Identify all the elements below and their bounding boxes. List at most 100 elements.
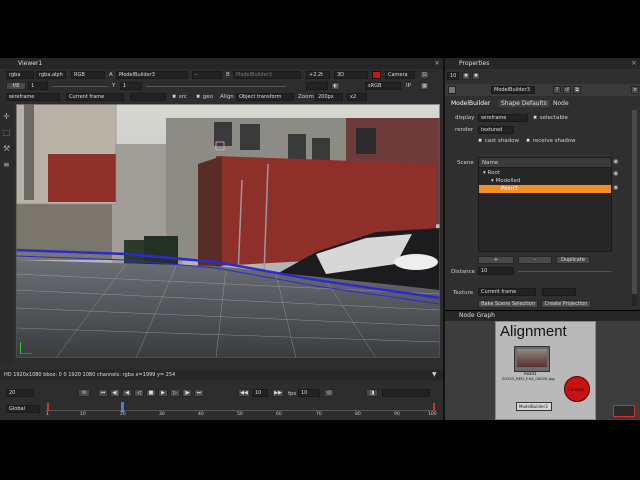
node-float-button[interactable]: ⧉ — [573, 86, 581, 94]
scene-tree[interactable]: Name ▾ Root ▾ Modelled Point1 — [478, 157, 612, 252]
node-graph-canvas[interactable]: Alignment Read1 00253_RED_F.04_00020.jpg… — [445, 321, 640, 420]
tab-viewer[interactable]: Viewer1 — [18, 60, 42, 67]
gain-field[interactable]: 1 — [28, 82, 48, 90]
texture-frame-field[interactable] — [542, 288, 576, 296]
ab-wipe-button[interactable]: ◐ — [331, 82, 340, 90]
duplicate-button[interactable]: Duplicate — [556, 256, 590, 264]
read-node[interactable] — [514, 346, 550, 372]
texture-select[interactable]: Current frame — [478, 288, 536, 296]
scrollbar-thumb[interactable] — [632, 110, 637, 294]
select-icon[interactable]: ⬚ — [3, 128, 11, 137]
step-back-button[interactable]: ◀◀ — [238, 389, 250, 397]
next-key-button[interactable]: |▶ — [182, 389, 192, 397]
input-b-select[interactable]: ModelBuilder3 — [233, 71, 301, 79]
geo-toggle[interactable]: ✖ geo — [196, 94, 213, 100]
gain-slider[interactable] — [52, 86, 108, 87]
close-icon[interactable]: × — [631, 59, 637, 67]
ip-toggle[interactable]: IP — [406, 83, 411, 89]
fps-field[interactable]: 10 — [298, 389, 320, 397]
loop-mode-button[interactable]: ⟲ — [78, 389, 90, 397]
prev-frame-button[interactable]: ◀ — [122, 389, 132, 397]
gamma-field[interactable]: 1 — [120, 82, 142, 90]
camera-color-swatch[interactable] — [372, 71, 381, 79]
backdrop-node[interactable]: Alignment Read1 00253_RED_F.04_00020.jpg… — [495, 321, 596, 420]
camera-node[interactable]: Camera — [564, 376, 590, 402]
distance-slider[interactable] — [518, 271, 612, 272]
render-mode-select[interactable]: wireframe — [6, 93, 60, 101]
gamma-value-field[interactable] — [306, 82, 328, 90]
viewer-settings-button[interactable]: ▦ — [420, 82, 429, 90]
render-select[interactable]: textured — [478, 126, 514, 134]
next-frame-button[interactable]: ▷ — [170, 389, 180, 397]
tab-modelbuilder[interactable]: ModelBuilder — [451, 100, 490, 107]
visibility-eye-icon[interactable]: ◉ — [613, 184, 618, 191]
node-help-button[interactable]: ? — [553, 86, 561, 94]
move-icon[interactable]: ✛ — [3, 112, 10, 121]
visibility-eye-icon[interactable]: ◉ — [613, 170, 618, 177]
bake-scene-selection-button[interactable]: Bake Scene Selection — [478, 300, 538, 308]
frame-number-field[interactable] — [130, 93, 166, 101]
src-toggle[interactable]: ✖ src — [172, 94, 187, 100]
camera-select[interactable]: Camera — [385, 71, 415, 79]
display-select[interactable]: wireframe — [478, 114, 528, 122]
layer-select[interactable]: rgba.alph — [36, 71, 66, 79]
node-close-button[interactable]: × — [631, 86, 639, 94]
view-mode-select[interactable]: 3D — [334, 71, 368, 79]
selectable-toggle[interactable]: ✖ selectable — [533, 115, 568, 121]
wrench-icon[interactable]: ⚒ — [3, 144, 10, 153]
tree-item-modelled[interactable]: ▾ Modelled — [491, 178, 520, 184]
tab-node-graph[interactable]: Node Graph — [459, 312, 495, 319]
out-point-marker[interactable] — [433, 403, 435, 411]
step-forward-button[interactable]: ▶▶ — [272, 389, 284, 397]
modelbuilder-node[interactable]: ModelBuilder3 — [516, 402, 552, 411]
gamma-slider[interactable] — [146, 86, 286, 87]
node-revert-button[interactable]: ↺ — [563, 86, 571, 94]
max-panels-field[interactable]: 10 — [447, 72, 459, 80]
viewport-3d[interactable] — [16, 104, 440, 358]
stop-button[interactable]: ■ — [146, 389, 156, 397]
step-field[interactable]: 10 — [252, 389, 268, 397]
current-frame-field[interactable]: 20 — [6, 389, 34, 397]
status-expand-icon[interactable]: ▼ — [432, 371, 437, 378]
align-mode-select[interactable]: Object transform — [236, 93, 294, 101]
create-projection-button[interactable]: Create Projection — [541, 300, 591, 308]
node-color-icon[interactable] — [448, 86, 456, 94]
tab-properties[interactable]: Properties — [459, 60, 489, 67]
tree-item-point1[interactable]: Point1 — [479, 185, 611, 193]
zoom-select[interactable]: 200px — [315, 93, 343, 101]
in-point-marker[interactable] — [47, 403, 49, 411]
scope-select[interactable]: Global — [6, 405, 40, 413]
tab-shape-defaults[interactable]: Shape Defaults — [498, 100, 550, 107]
frame-mode-select[interactable]: Current frame — [66, 93, 124, 101]
viewer-lock-button[interactable]: ⊡ — [420, 71, 429, 79]
prev-key-button[interactable]: ◀| — [110, 389, 120, 397]
lock-panels-button[interactable]: ✖ — [462, 72, 470, 80]
add-node-button[interactable]: + — [478, 256, 514, 264]
in-out-button[interactable]: ◨ — [366, 389, 378, 397]
timeline-ruler[interactable]: Global 1 10 20 30 40 50 60 70 80 90 100 — [0, 402, 443, 420]
remove-node-button[interactable]: - — [518, 256, 552, 264]
play-back-button[interactable]: ◁ — [134, 389, 144, 397]
properties-scrollbar[interactable] — [632, 110, 637, 306]
scale-select[interactable]: x2 — [347, 93, 367, 101]
tab-node[interactable]: Node — [553, 100, 569, 107]
clear-panels-button[interactable]: ✖ — [472, 72, 480, 80]
node-name-field[interactable]: ModelBuilder3 — [491, 86, 535, 94]
playhead-marker[interactable] — [121, 402, 124, 412]
first-frame-button[interactable]: ⏮ — [98, 389, 108, 397]
play-button[interactable]: ▶ — [158, 389, 168, 397]
fstop-button[interactable]: f/8 — [6, 82, 26, 90]
playback-mode-button[interactable]: ⊙ — [324, 389, 334, 397]
display-channels-select[interactable]: RGB — [71, 71, 105, 79]
gain-value[interactable]: +2.2t — [306, 71, 330, 79]
channels-select[interactable]: rgba — [6, 71, 34, 79]
input-a-select[interactable]: ModelBuilder3 — [116, 71, 188, 79]
visibility-eye-icon[interactable]: ◉ — [613, 158, 618, 165]
range-field[interactable] — [382, 389, 430, 397]
cast-shadow-toggle[interactable]: ✖ cast shadow — [478, 138, 519, 144]
menu-icon[interactable]: ≡ — [3, 160, 10, 169]
blend-select[interactable]: - — [192, 71, 222, 79]
last-frame-button[interactable]: ⏭ — [194, 389, 204, 397]
node-graph-navigator[interactable] — [613, 405, 635, 417]
colorspace-select[interactable]: sRGB — [365, 82, 401, 90]
